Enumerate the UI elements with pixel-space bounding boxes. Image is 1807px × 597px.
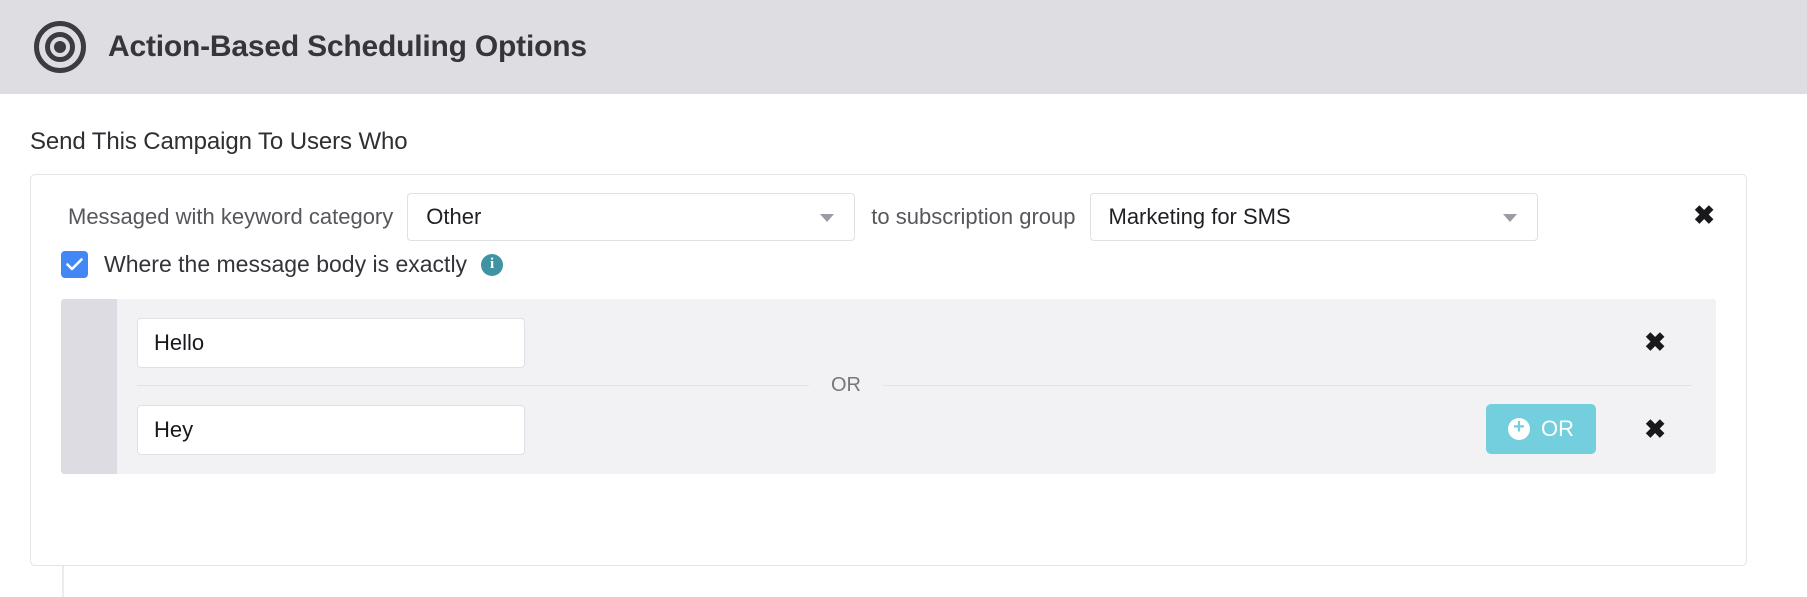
plus-circle-icon: + (1508, 417, 1530, 440)
bullseye-middle-ring (45, 32, 75, 62)
bullseye-icon (34, 21, 86, 73)
scheduling-options-screen: Action-Based Scheduling Options Send Thi… (0, 0, 1807, 597)
rule-card: Messaged with keyword category Other to … (30, 174, 1747, 566)
bullseye-center-dot (54, 41, 66, 53)
add-or-button-label: OR (1541, 416, 1574, 441)
condition-row: Messaged with keyword category Other to … (31, 175, 1748, 259)
message-body-input-2[interactable]: Hey (137, 404, 525, 455)
panel-header: Action-Based Scheduling Options (0, 0, 1807, 94)
group-rail (61, 299, 117, 474)
remove-or-row-button-2[interactable]: ✖ (1644, 416, 1666, 442)
chevron-down-icon (820, 214, 835, 222)
keyword-category-select[interactable]: Other (407, 193, 856, 241)
message-body-checkbox-label: Where the message body is exactly (104, 251, 468, 277)
info-icon[interactable]: i (481, 253, 504, 276)
message-body-input-1[interactable]: Hello (137, 317, 525, 368)
add-or-button[interactable]: + OR (1486, 404, 1596, 454)
subscription-group-value: Marketing for SMS (1108, 204, 1291, 229)
condition-middle-label: to subscription group (871, 204, 1076, 229)
or-row: Hey + OR ✖ (117, 386, 1716, 473)
or-rows: Hello ✖ OR Hey + OR ✖ (117, 299, 1716, 474)
remove-or-row-button-1[interactable]: ✖ (1644, 329, 1666, 355)
section-label: Send This Campaign To Users Who (30, 128, 408, 155)
or-row: Hello ✖ (117, 299, 1716, 386)
condition-prefix-label: Messaged with keyword category (68, 204, 394, 229)
checkmark-icon (66, 258, 83, 271)
or-group-panel: Hello ✖ OR Hey + OR ✖ (61, 299, 1716, 474)
subscription-group-select[interactable]: Marketing for SMS (1089, 193, 1538, 241)
flow-connector-line (62, 566, 64, 597)
message-body-checkbox[interactable] (61, 251, 88, 278)
chevron-down-icon (1502, 214, 1517, 222)
page-title: Action-Based Scheduling Options (108, 30, 587, 63)
keyword-category-value: Other (426, 204, 482, 229)
message-body-filter-row: Where the message body is exactly i (61, 251, 504, 278)
remove-condition-button[interactable]: ✖ (1693, 202, 1715, 228)
